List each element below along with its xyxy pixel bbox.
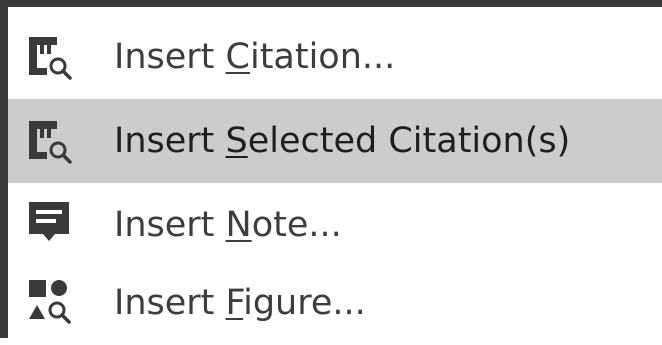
- menu-item-label: Insert Citation...: [114, 37, 396, 77]
- menu-item-insert-figure[interactable]: Insert Figure...: [8, 261, 662, 345]
- menu-item-insert-note[interactable]: Insert Note...: [8, 183, 662, 267]
- citation-search-icon: [24, 116, 74, 166]
- mnemonic-letter: N: [225, 205, 252, 245]
- menu-top-border: [0, 0, 662, 7]
- menu-left-border: [0, 0, 8, 338]
- mnemonic-letter: S: [225, 121, 248, 161]
- menu-item-insert-citation[interactable]: Insert Citation...: [8, 15, 662, 99]
- context-menu-window: Insert Citation... Insert Selected Citat…: [0, 0, 662, 338]
- mnemonic-letter: F: [225, 283, 244, 323]
- menu-item-label: Insert Note...: [114, 205, 342, 245]
- menu-item-insert-selected-citations[interactable]: Insert Selected Citation(s): [8, 99, 662, 183]
- mnemonic-letter: C: [225, 37, 250, 77]
- menu-item-label: Insert Selected Citation(s): [114, 121, 571, 161]
- insert-menu: Insert Citation... Insert Selected Citat…: [8, 7, 662, 338]
- figure-search-icon: [24, 275, 74, 325]
- citation-search-icon: [24, 32, 74, 82]
- menu-item-label: Insert Figure...: [114, 283, 366, 323]
- note-icon: [24, 197, 74, 247]
